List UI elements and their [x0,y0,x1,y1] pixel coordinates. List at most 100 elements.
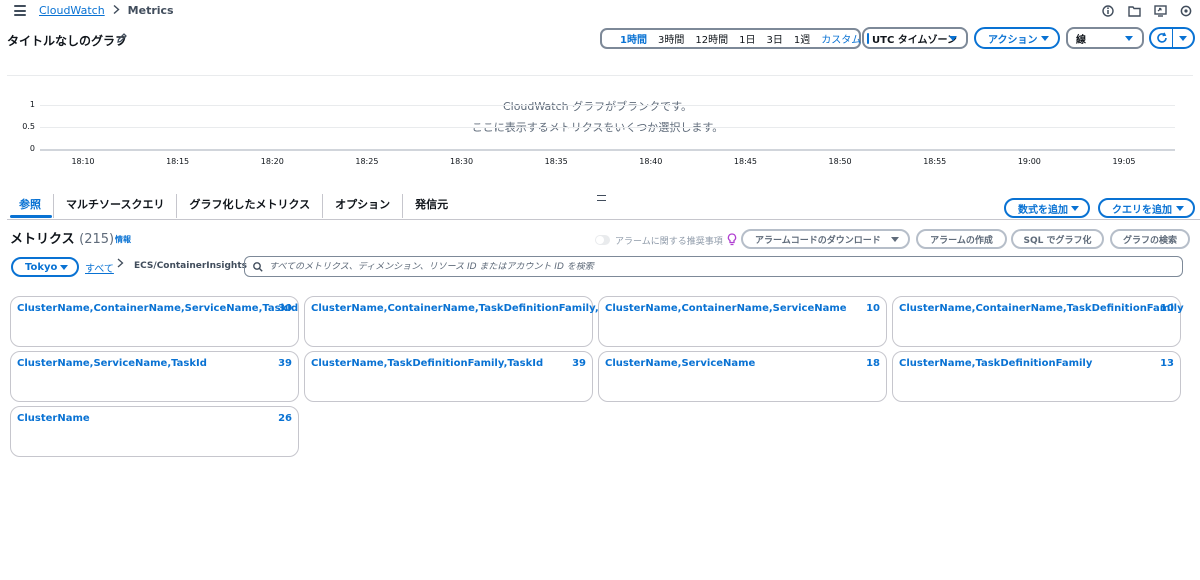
dimension-card-name: ClusterName,ContainerName,ServiceName [605,303,847,314]
all-namespaces-link[interactable]: すべて [85,260,114,275]
caret-down-icon [60,265,68,270]
graph-title[interactable]: タイトルなしのグラフ [7,32,127,49]
chart-type-label: 線 [1076,34,1086,46]
time-range-1h[interactable]: 1時間 [620,31,647,46]
empty-graph-message-1: CloudWatch グラフがブランクです。 [502,100,693,113]
dimension-card-count: 30 [278,303,292,314]
dimension-card[interactable]: ClusterName,ServiceName 18 [598,351,887,402]
active-tab-indicator [10,215,52,218]
caret-down-icon [1125,36,1133,41]
add-query-button[interactable]: クエリを追加 [1098,198,1195,218]
x-axis-tick-label: 18:50 [828,157,852,166]
dimension-card[interactable]: ClusterName,TaskDefinitionFamily,TaskId 3… [304,351,593,402]
time-range-12h[interactable]: 12時間 [695,31,728,46]
tab-graphed-metrics[interactable]: グラフ化したメトリクス [177,194,324,218]
tab-source[interactable]: 発信元 [403,194,460,218]
namespace-label: ECS/ContainerInsights [134,261,248,271]
caret-down-icon [1071,206,1079,211]
dimension-card-name: ClusterName,TaskDefinitionFamily,TaskId [311,358,544,369]
y-axis-tick-label: 0.5 [22,122,35,131]
metrics-count: (215) [79,232,115,247]
dimension-card[interactable]: ClusterName,ContainerName,ServiceName 10 [598,296,887,347]
region-label: Tokyo [25,261,58,273]
graph-with-sql-button[interactable]: SQL でグラフ化 [1011,229,1104,249]
time-range-3d[interactable]: 3日 [766,31,782,46]
info-link[interactable]: 情報 [115,234,131,245]
dimension-card-name: ClusterName [17,413,90,424]
time-range-selector: 1時間 3時間 12時間 1日 3日 1週 カスタム [600,28,870,49]
x-axis-tick-label: 18:30 [450,157,474,166]
refresh-button[interactable] [1151,29,1173,47]
metrics-heading: メトリクス (215) [10,228,114,247]
screen-share-icon[interactable] [1152,3,1168,19]
caret-down-icon [1179,35,1187,41]
chevron-right-icon [117,258,124,271]
caret-down-icon [949,36,957,41]
actions-label: アクション [988,34,1038,46]
time-range-1d[interactable]: 1日 [739,31,755,46]
dimension-card-count: 39 [572,358,586,369]
x-axis-tick-label: 18:10 [71,157,95,166]
dimension-card[interactable]: ClusterName,ContainerName,TaskDefinition… [892,296,1184,347]
dimension-card[interactable]: ClusterName,ContainerName,ServiceName,Ta… [10,296,299,347]
dimension-card-name: ClusterName,ContainerName,TaskDefinition… [899,303,1184,314]
alarm-recommendation-label: アラームに関する推奨事項 [615,237,723,247]
actions-dropdown[interactable]: アクション [974,27,1060,49]
x-axis-tick-label: 18:20 [260,157,284,166]
caret-down-icon [1041,36,1049,41]
y-axis-tick-label: 1 [29,100,35,109]
dimension-card-count: 39 [278,358,292,369]
pencil-edit-icon[interactable] [116,32,128,44]
dimension-card-count: 10 [866,303,880,314]
tabs-divider [7,219,1200,220]
timezone-dropdown[interactable]: UTC タイムゾーン [862,27,968,49]
dimension-card[interactable]: ClusterName,TaskDefinitionFamily 13 [892,351,1181,402]
download-alarm-code-button[interactable]: アラームコードのダウンロード [741,229,910,249]
dimension-card-count: 26 [278,413,292,424]
top-navigation-bar: CloudWatch Metrics [0,0,1200,22]
dimension-card-name: ClusterName,TaskDefinitionFamily [899,358,1093,369]
metrics-title: メトリクス [10,232,75,247]
search-graph-label: グラフの検索 [1122,235,1177,246]
dimension-card-count: 10 [1160,303,1174,314]
download-alarm-code-label: アラームコードのダウンロード [755,235,881,246]
time-range-3h[interactable]: 3時間 [658,31,684,46]
settings-icon[interactable] [1178,3,1194,19]
time-range-custom[interactable]: カスタム [821,31,861,46]
gridline [40,105,1175,106]
info-icon[interactable] [1100,3,1116,19]
x-axis-tick-label: 18:45 [733,157,757,166]
region-dropdown[interactable]: Tokyo [11,257,79,277]
chevron-right-icon [113,4,120,17]
search-graph-button[interactable]: グラフの検索 [1110,229,1190,249]
x-axis-line [40,149,1175,151]
x-axis-tick-label: 18:55 [923,157,947,166]
chart-type-dropdown[interactable]: 線 [1066,27,1144,49]
dimension-card[interactable]: ClusterName,ContainerName,TaskDefinition… [304,296,634,347]
x-axis-tick-label: 18:40 [639,157,663,166]
tab-multi-source-query[interactable]: マルチソースクエリ [54,194,178,218]
metrics-search-input[interactable] [269,261,1149,272]
caret-down-icon [891,237,899,242]
dimension-card-count: 18 [866,358,880,369]
graph-top-divider [7,75,1193,76]
resize-handle[interactable] [597,195,606,201]
refresh-interval-dropdown[interactable] [1173,29,1193,47]
alarm-recommendation-toggle[interactable] [595,235,610,245]
hamburger-menu-icon[interactable] [14,5,26,16]
add-math-button[interactable]: 数式を追加 [1004,198,1090,218]
tab-options[interactable]: オプション [323,194,404,218]
dimension-card[interactable]: ClusterName,ServiceName,TaskId 39 [10,351,299,402]
search-icon [253,261,263,272]
time-range-1w[interactable]: 1週 [794,31,810,46]
dimension-card[interactable]: ClusterName 26 [10,406,299,457]
create-alarm-button[interactable]: アラームの作成 [916,229,1007,249]
breadcrumb-cloudwatch-link[interactable]: CloudWatch [39,4,105,17]
folder-icon[interactable] [1126,3,1142,19]
dimension-card-name: ClusterName,ContainerName,TaskDefinition… [311,303,635,314]
lightbulb-icon[interactable] [727,233,737,246]
gridline [40,127,1175,128]
x-axis-tick-label: 19:05 [1112,157,1136,166]
timezone-label: UTC タイムゾーン [872,34,958,46]
refresh-icon [1156,32,1167,43]
